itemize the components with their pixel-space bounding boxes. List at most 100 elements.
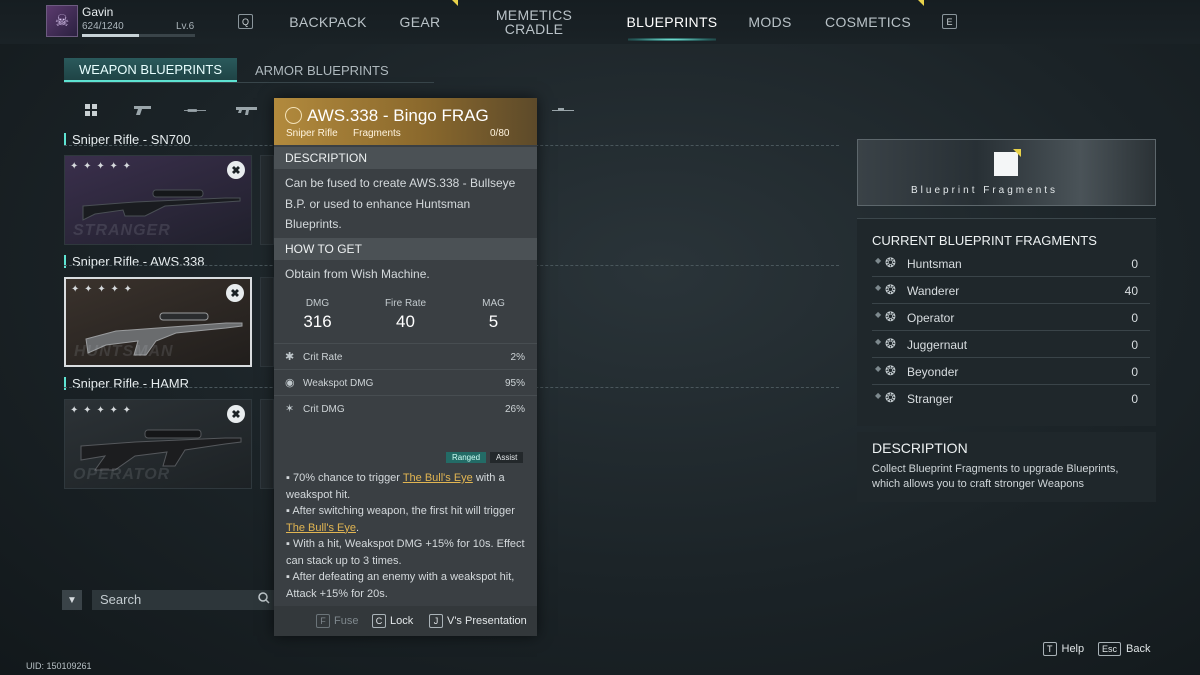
blueprint-card-partial[interactable] [260, 155, 274, 245]
rifle-icon[interactable] [184, 102, 206, 118]
fragment-row-huntsman: ◆ ❂ Huntsman 0 [872, 250, 1150, 277]
player-name: Gavin [82, 5, 114, 19]
blueprint-card-operator[interactable]: ✦ ✦ ✦ ✦ ✦ ✖ OPERATOR [64, 399, 252, 489]
description-header: DESCRIPTION [274, 147, 537, 169]
pistol-icon[interactable] [132, 102, 154, 118]
tab-weapon-blueprints[interactable]: WEAPON BLUEPRINTS [64, 58, 238, 82]
sniper-icon[interactable] [552, 102, 574, 118]
juggernaut-icon: ❂ [885, 336, 896, 351]
help-button[interactable]: T Help [1043, 642, 1084, 656]
tooltip-title: AWS.338 - Bingo FRAG [307, 106, 489, 125]
bulls-eye-link[interactable]: The Bull's Eye [403, 472, 473, 484]
tooltip-weapon-type: Sniper Rifle [286, 128, 338, 139]
blueprint-card-partial[interactable] [260, 399, 274, 489]
bulls-eye-link[interactable]: The Bull's Eye [286, 522, 356, 534]
sniper-rifle-image [82, 189, 241, 221]
nav-tab-memetics-cradle[interactable]: MEMETICS CRADLE [492, 0, 576, 44]
back-button[interactable]: Esc Back [1098, 642, 1150, 656]
stat-value: 5 [488, 312, 499, 331]
fragment-name: Huntsman [907, 257, 962, 271]
crit-rate-icon: ✱ [285, 351, 295, 363]
tab-armor-blueprints[interactable]: ARMOR BLUEPRINTS [240, 58, 404, 82]
nav-tab-cosmetics[interactable]: COSMETICS [822, 0, 914, 44]
filter-icon[interactable]: ▼ [62, 590, 82, 610]
fuse-label: Fuse [334, 615, 359, 627]
cosmetics-notification-icon [918, 0, 924, 6]
grid-icon[interactable] [80, 102, 102, 118]
stat-label: MAG [482, 298, 505, 309]
banner-label: Blueprint Fragments [911, 185, 1059, 196]
fragment-name: Wanderer [907, 284, 960, 298]
bullet-icon: ◆ [875, 391, 882, 400]
player-avatar[interactable]: ☠ [46, 5, 78, 37]
presentation-button[interactable]: J V's Presentation [429, 614, 527, 628]
effect-text: . [355, 521, 360, 534]
blueprint-card-huntsman[interactable]: ✦ ✦ ✦ ✦ ✦ ✖ HUNTSMAN [64, 277, 252, 367]
substat-label: Weakspot DMG [303, 378, 374, 389]
presentation-key: J [429, 614, 443, 628]
tooltip-actions: F Fuse C Lock J V's Presentation [274, 606, 537, 636]
fragment-row-beyonder: ◆ ❂ Beyonder 0 [872, 358, 1150, 385]
stat-label: Fire Rate [384, 298, 427, 309]
rarity-stars: ✦ ✦ ✦ ✦ ✦ [71, 284, 134, 295]
stat-mag: MAG 5 [450, 298, 537, 332]
tag-ranged: Ranged [446, 452, 487, 463]
nav-tab-mods[interactable]: MODS [744, 0, 796, 44]
substat-value: 26% [504, 404, 525, 415]
right-description-title: DESCRIPTION [872, 440, 968, 456]
substat-value: 95% [504, 378, 525, 389]
substat-crit-dmg: ✶ Crit DMG 26% [274, 395, 537, 421]
blueprint-card-stranger[interactable]: ✦ ✦ ✦ ✦ ✦ ✖ STRANGER [64, 155, 252, 245]
card-watermark: HUNTSMAN [74, 343, 174, 360]
stat-fire-rate: Fire Rate 40 [362, 298, 449, 332]
stat-label: DMG [305, 298, 330, 309]
item-tooltip: AWS.338 - Bingo FRAG Sniper Rifle Fragme… [274, 98, 537, 636]
nav-tab-backpack[interactable]: BACKPACK [284, 0, 372, 44]
fragment-count: 0 [1131, 257, 1138, 271]
fuse-key: F [316, 614, 330, 628]
bullet-icon: ◆ [875, 337, 882, 346]
nav-prev-key[interactable]: Q [238, 14, 253, 29]
substat-value: 2% [510, 352, 525, 363]
lock-label: Lock [390, 615, 414, 627]
fragment-name: Beyonder [907, 365, 959, 379]
bullet-icon: ◆ [875, 256, 882, 265]
bullet-icon: ◆ [875, 310, 882, 319]
player-level: Lv.6 [176, 21, 195, 32]
presentation-label: V's Presentation [447, 615, 527, 627]
operator-icon: ❂ [885, 309, 896, 324]
back-key: Esc [1098, 642, 1122, 656]
help-key: T [1043, 642, 1057, 656]
xp-bar [82, 34, 195, 37]
fragment-name: Juggernaut [907, 338, 968, 352]
fragments-title: CURRENT BLUEPRINT FRAGMENTS [872, 233, 1097, 248]
fuse-button[interactable]: F Fuse [316, 614, 358, 628]
fragment-count: 0 [1131, 311, 1138, 325]
search-icon[interactable] [258, 592, 270, 607]
bullet-icon: ◆ [875, 364, 882, 373]
card-watermark: STRANGER [73, 222, 171, 239]
tooltip-count: 0/80 [490, 128, 510, 139]
stranger-icon: ❂ [885, 390, 896, 405]
nav-next-key[interactable]: E [942, 14, 957, 29]
effect-line-3: ▪ With a hit, Weakspot DMG +15% for 10s.… [286, 538, 525, 567]
nav-tab-gear[interactable]: GEAR [394, 0, 446, 44]
search-input[interactable]: Search [92, 590, 275, 610]
help-label: Help [1061, 643, 1085, 655]
description-text: Can be fused to create AWS.338 - Bullsey… [285, 176, 516, 231]
blueprint-card-partial[interactable] [260, 277, 274, 367]
subtab-divider [64, 82, 434, 83]
group-title-aws338: Sniper Rifle - AWS.338 [64, 255, 204, 268]
weakspot-icon: ◉ [285, 377, 295, 389]
effect-line-4: ▪ After defeating an enemy with a weaksp… [286, 571, 515, 600]
fragment-row-operator: ◆ ❂ Operator 0 [872, 304, 1150, 331]
how-to-get-text: Obtain from Wish Machine. [285, 267, 430, 281]
substat-label: Crit DMG [303, 404, 345, 415]
smg-icon[interactable] [236, 102, 258, 118]
fragment-count: 0 [1131, 392, 1138, 406]
right-description-text: Collect Blueprint Fragments to upgrade B… [872, 463, 1119, 490]
xp-bar-fill [82, 34, 139, 37]
effect-line-2: ▪ After switching weapon, the first hit … [286, 503, 530, 536]
fragment-row-stranger: ◆ ❂ Stranger 0 [872, 385, 1150, 412]
lock-button[interactable]: C Lock [372, 614, 413, 628]
